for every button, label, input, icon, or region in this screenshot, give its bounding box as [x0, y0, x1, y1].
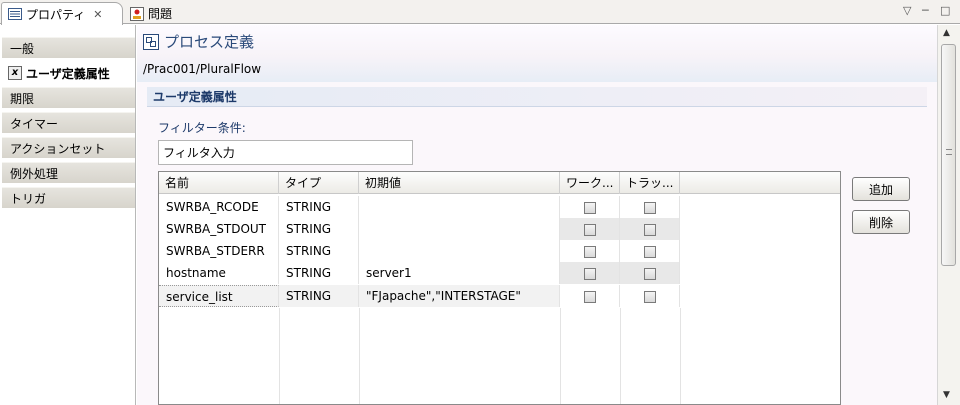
scroll-down-icon[interactable]: ▼: [943, 390, 950, 400]
column-divider: [279, 308, 280, 404]
cell-initial[interactable]: [359, 240, 560, 262]
scroll-up-icon[interactable]: ▲: [943, 28, 950, 38]
attributes-table: 名前 タイプ 初期値 ワーク... トラッ... SWRBA_RCODE STR…: [158, 171, 841, 405]
cell-workflow: [560, 196, 620, 218]
cell-initial[interactable]: [359, 196, 560, 218]
tracking-checkbox[interactable]: [643, 268, 656, 280]
maximize-icon[interactable]: □: [940, 4, 950, 17]
column-divider: [560, 308, 561, 404]
workflow-checkbox[interactable]: [583, 202, 596, 214]
table-header: 名前 タイプ 初期値 ワーク... トラッ...: [159, 172, 840, 194]
cell-type: STRING: [279, 285, 359, 307]
table-row[interactable]: SWRBA_STDERR STRING: [159, 240, 840, 262]
tab-properties[interactable]: プロパティ ✕: [1, 2, 123, 25]
filter-input[interactable]: [158, 140, 413, 165]
cell-name: SWRBA_STDOUT: [159, 218, 279, 240]
column-divider: [680, 308, 681, 404]
properties-main-panel: プロセス定義 /Prac001/PluralFlow ユーザ定義属性 フィルター…: [137, 25, 937, 405]
page-title-text: プロセス定義: [164, 33, 255, 51]
cell-tracking: [620, 262, 680, 284]
tracking-checkbox[interactable]: [643, 224, 656, 236]
column-header-type[interactable]: タイプ: [279, 172, 359, 194]
cell-workflow: [560, 218, 620, 240]
delete-button[interactable]: 削除: [852, 210, 910, 234]
filter-label: フィルター条件:: [158, 121, 246, 135]
nav-item-label: タイマー: [10, 116, 59, 131]
cell-workflow: [560, 285, 620, 307]
workflow-checkbox[interactable]: [583, 291, 596, 303]
table-row[interactable]: hostname STRING server1: [159, 262, 840, 284]
column-divider: [359, 308, 360, 404]
section-title: ユーザ定義属性: [147, 87, 927, 107]
column-header-workflow[interactable]: ワーク...: [560, 172, 620, 194]
process-icon: [143, 33, 159, 50]
tracking-checkbox[interactable]: [643, 202, 656, 214]
add-button[interactable]: 追加: [852, 177, 910, 201]
table-row[interactable]: SWRBA_RCODE STRING: [159, 196, 840, 218]
workflow-checkbox[interactable]: [583, 268, 596, 280]
nav-item-action-set[interactable]: アクションセット: [2, 137, 135, 159]
cell-name: SWRBA_STDERR: [159, 240, 279, 262]
cell-type: STRING: [279, 262, 359, 284]
column-header-name[interactable]: 名前: [159, 172, 279, 194]
cell-workflow: [560, 262, 620, 284]
nav-item-label: 例外処理: [10, 166, 59, 181]
tracking-checkbox[interactable]: [643, 246, 656, 258]
cell-initial[interactable]: "FJapache","INTERSTAGE": [359, 285, 560, 307]
workflow-checkbox[interactable]: [583, 246, 596, 258]
cell-initial[interactable]: [359, 218, 560, 240]
nav-item-general[interactable]: 一般: [2, 37, 135, 59]
nav-item-user-attributes[interactable]: x ユーザ定義属性: [2, 62, 135, 84]
nav-item-label: トリガ: [10, 191, 47, 206]
nav-item-label: 一般: [10, 41, 35, 56]
nav-item-deadline[interactable]: 期限: [2, 87, 135, 109]
grip-icon: [946, 149, 952, 155]
properties-header: プロセス定義 /Prac001/PluralFlow: [137, 25, 937, 82]
scrollbar-thumb[interactable]: [941, 44, 956, 266]
cell-tracking: [620, 240, 680, 262]
tab-problems-label: 問題: [148, 7, 173, 21]
cell-type: STRING: [279, 218, 359, 240]
close-icon[interactable]: ✕: [93, 8, 102, 21]
nav-item-exception[interactable]: 例外処理: [2, 162, 135, 184]
column-divider: [620, 308, 621, 404]
cell-name: SWRBA_RCODE: [159, 196, 279, 218]
cell-name: service_list: [159, 285, 279, 307]
cell-name: hostname: [159, 262, 279, 284]
cell-tracking: [620, 285, 680, 307]
cell-tracking: [620, 218, 680, 240]
view-tab-bar: プロパティ ✕ 問題 ▽ ─ □: [0, 0, 960, 25]
nav-item-label: 期限: [10, 91, 35, 106]
property-sections-nav: 一般 x ユーザ定義属性 期限 タイマー アクションセット 例外処理 トリガ: [0, 25, 136, 405]
column-header-tracking[interactable]: トラッ...: [620, 172, 680, 194]
vertical-scrollbar[interactable]: ▲ ▼: [937, 25, 960, 405]
cell-initial[interactable]: server1: [359, 262, 560, 284]
attribute-icon: x: [8, 66, 22, 80]
nav-item-label: ユーザ定義属性: [26, 66, 110, 81]
minimize-icon[interactable]: ─: [922, 4, 929, 17]
process-path: /Prac001/PluralFlow: [143, 62, 262, 76]
properties-icon: [8, 7, 22, 21]
nav-item-label: アクションセット: [10, 141, 106, 156]
column-header-initial[interactable]: 初期値: [359, 172, 560, 194]
problems-icon: [130, 6, 144, 21]
tab-properties-label: プロパティ: [26, 7, 86, 22]
cell-type: STRING: [279, 240, 359, 262]
tab-problems[interactable]: 問題: [124, 2, 176, 25]
view-menu-icon[interactable]: ▽: [903, 4, 911, 17]
page-title: プロセス定義: [143, 31, 254, 52]
tracking-checkbox[interactable]: [643, 291, 656, 303]
table-row[interactable]: SWRBA_STDOUT STRING: [159, 218, 840, 240]
table-row[interactable]: service_list STRING "FJapache","INTERSTA…: [159, 285, 840, 307]
cell-workflow: [560, 240, 620, 262]
nav-item-timer[interactable]: タイマー: [2, 112, 135, 134]
cell-type: STRING: [279, 196, 359, 218]
nav-item-trigger[interactable]: トリガ: [2, 187, 135, 209]
cell-tracking: [620, 196, 680, 218]
workflow-checkbox[interactable]: [583, 224, 596, 236]
